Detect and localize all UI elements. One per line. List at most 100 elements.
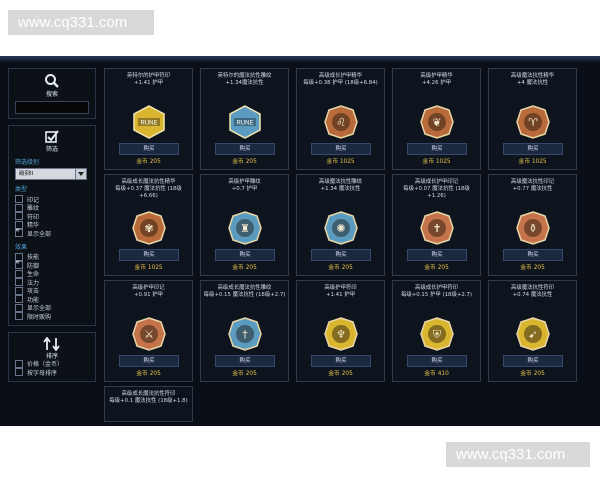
search-icon[interactable] xyxy=(15,73,89,89)
buy-button[interactable]: 购买 xyxy=(407,249,467,261)
checkbox[interactable] xyxy=(15,203,23,212)
price-value: 205 xyxy=(245,265,257,271)
type-filter-option[interactable]: 印记 xyxy=(15,195,89,204)
type-filter-option[interactable]: 符印 xyxy=(15,212,89,221)
currency-label: 金币 xyxy=(520,371,532,377)
checkbox[interactable] xyxy=(15,278,23,287)
checkbox-label: 显示全部 xyxy=(27,230,52,238)
currency-label: 金币 xyxy=(424,371,436,377)
checkbox[interactable] xyxy=(15,286,23,295)
buy-button[interactable]: 购买 xyxy=(119,143,179,155)
svg-text:⚱: ⚱ xyxy=(528,222,537,235)
rune-card[interactable]: 高级成长魔法抗性精华 每级+0.37 魔法抗性 (18级+6.66) ✾ 购买 金币 1… xyxy=(104,174,193,276)
rune-card[interactable]: 高级成长魔法抗性雕纹 每级+0.15 魔法抗性 (18级+2.7) † 购买 金币 20… xyxy=(200,280,289,382)
buy-button[interactable]: 购买 xyxy=(311,355,371,367)
effect-filter-option[interactable]: 限时贩购 xyxy=(15,312,89,321)
rune-card[interactable]: 高级护甲精华 +4.26 护甲 ❦ 购买 金币 1025 xyxy=(392,68,481,170)
checkbox[interactable] xyxy=(15,368,23,377)
sort-label: 排序 xyxy=(45,352,58,360)
dragon-rune-icon: ❦ xyxy=(420,105,454,139)
price: 金币 410 xyxy=(393,368,480,377)
rune-name: 高级护甲符印 +1.41 护甲 xyxy=(297,285,384,299)
checkbox[interactable] xyxy=(15,359,23,368)
svg-text:RUNE: RUNE xyxy=(236,121,253,127)
buy-button[interactable]: 购买 xyxy=(311,143,371,155)
rune-title: 高级护甲精华 xyxy=(420,73,453,79)
rune-stat: +0.91 护甲 xyxy=(133,292,163,298)
price: 金币 205 xyxy=(105,156,192,165)
rune-name: 高级成长护甲符印 每级+0.15 护甲 (18级+2.7) xyxy=(393,285,480,299)
chevron-down-icon[interactable] xyxy=(75,168,87,180)
effect-filter-option[interactable]: 防御 xyxy=(15,259,89,270)
rune-name: 高级护甲印记 +0.91 护甲 xyxy=(105,285,192,299)
buy-button[interactable]: 购买 xyxy=(407,143,467,155)
price: 金币 1025 xyxy=(297,156,384,165)
checkbox[interactable] xyxy=(15,212,23,221)
buy-button[interactable]: 购买 xyxy=(215,355,275,367)
effect-filter-option[interactable]: 技能 xyxy=(15,252,89,261)
type-filter-option[interactable]: 精华 xyxy=(15,220,89,229)
buy-button[interactable]: 购买 xyxy=(503,143,563,155)
effect-filter-option[interactable]: 生命 xyxy=(15,269,89,278)
tier-select[interactable]: 碳刻II xyxy=(15,168,87,180)
sort-option[interactable]: 价格（金币） xyxy=(15,359,89,368)
rune-title: 高级成长魔法抗性符印 xyxy=(121,391,176,397)
rune-card[interactable]: 高级护甲雕纹 +0.7 护甲 ♜ 购买 金币 205 xyxy=(200,174,289,276)
rune-card[interactable]: 英特尔的护甲符印 +1.41 护甲 RUNE 购买 金币 205 xyxy=(104,68,193,170)
buy-button[interactable]: 购买 xyxy=(215,143,275,155)
filter-panel: 筛选 筛选级别 碳刻II 类型 印记雕纹符印精华显示全部 效果 技能防御生命法力… xyxy=(8,125,96,326)
type-filter-option[interactable]: 雕纹 xyxy=(15,203,89,212)
checkbox[interactable] xyxy=(15,312,23,321)
rune-card[interactable]: 高级魔法抗性符印 +0.74 魔法抗性 ➹ 购买 金币 205 xyxy=(488,280,577,382)
rune-name: 高级成长护甲印记 每级+0.07 魔法抗性 (18级+1.26) xyxy=(393,179,480,200)
buy-button[interactable]: 购买 xyxy=(503,355,563,367)
checkbox[interactable] xyxy=(15,195,23,204)
effect-filter-option[interactable]: 法力 xyxy=(15,278,89,287)
search-input[interactable] xyxy=(15,101,89,114)
buy-button[interactable]: 购买 xyxy=(215,249,275,261)
rune-card[interactable]: 高级成长护甲印记 每级+0.07 魔法抗性 (18级+1.26) ✝ 购买 金币 205 xyxy=(392,174,481,276)
effect-filter-option[interactable]: 攻击 xyxy=(15,286,89,295)
currency-label: 金币 xyxy=(328,265,340,271)
price: 金币 205 xyxy=(489,368,576,377)
checkbox[interactable] xyxy=(15,227,23,238)
checkbox[interactable] xyxy=(15,269,23,278)
rune-stat: +0.77 魔法抗性 xyxy=(512,186,553,192)
rune-card[interactable]: 高级护甲印记 +0.91 护甲 ⚔ 购买 金币 205 xyxy=(104,280,193,382)
checkbox[interactable] xyxy=(15,295,23,304)
effect-filter-option[interactable]: 功能 xyxy=(15,295,89,304)
type-filter-option[interactable]: 显示全部 xyxy=(15,227,89,238)
rune-card[interactable]: 高级护甲符印 +1.41 护甲 ♆ 购买 金币 205 xyxy=(296,280,385,382)
currency-label: 金币 xyxy=(232,371,244,377)
rune-name: 高级魔法抗性精华 +4 魔法抗性 xyxy=(489,73,576,87)
currency-label: 金币 xyxy=(232,159,244,165)
rune-card[interactable]: 高级成长魔法抗性符印 每级+0.1 魔法抗性 (18级+1.8) xyxy=(104,386,193,422)
rune-title: 高级护甲符印 xyxy=(324,285,357,291)
rune-title: 高级魔法抗性精华 xyxy=(510,73,555,79)
rune-card[interactable]: 高级成长护甲符印 每级+0.15 护甲 (18级+2.7) ⛨ 购买 金币 410 xyxy=(392,280,481,382)
rune-stat: 每级+0.38 护甲 (18级+6.84) xyxy=(303,80,378,86)
rune-card[interactable]: 高级魔法抗性精华 +4 魔法抗性 ♈ 购买 金币 1025 xyxy=(488,68,577,170)
checkbox[interactable] xyxy=(15,259,23,270)
buy-button[interactable]: 购买 xyxy=(119,249,179,261)
sort-list: 价格（金币） 按字母排序 xyxy=(15,359,89,377)
rune-card[interactable]: 高级成长护甲精华 每级+0.38 护甲 (18级+6.84) ♌ 购买 金币 1025 xyxy=(296,68,385,170)
rune-title: 高级成长魔法抗性雕纹 xyxy=(217,285,272,291)
svg-text:➹: ➹ xyxy=(528,328,537,341)
price-value: 205 xyxy=(437,265,449,271)
price: 金币 1025 xyxy=(393,156,480,165)
checkbox[interactable] xyxy=(15,303,23,312)
buy-button[interactable]: 购买 xyxy=(311,249,371,261)
buy-button[interactable]: 购买 xyxy=(119,355,179,367)
buy-button[interactable]: 购买 xyxy=(407,355,467,367)
rune-card[interactable]: 高级魔法抗性雕纹 +1.34 魔法抗性 ✺ 购买 金币 205 xyxy=(296,174,385,276)
sort-option[interactable]: 按字母排序 xyxy=(15,368,89,377)
effect-filter-option[interactable]: 显示全部 xyxy=(15,303,89,312)
effect-list: 技能防御生命法力攻击功能显示全部限时贩购 xyxy=(15,252,89,321)
rune-card[interactable]: 高级魔法抗性印记 +0.77 魔法抗性 ⚱ 购买 金币 205 xyxy=(488,174,577,276)
buy-button[interactable]: 购买 xyxy=(503,249,563,261)
rune-name: 高级成长魔法抗性雕纹 每级+0.15 魔法抗性 (18级+2.7) xyxy=(201,285,288,299)
price-value: 1025 xyxy=(531,159,547,165)
rune-card[interactable]: 英特尔的魔法抗性雕纹 +1.34魔法抗性 RUNE 购买 金币 205 xyxy=(200,68,289,170)
svg-text:†: † xyxy=(242,328,248,341)
